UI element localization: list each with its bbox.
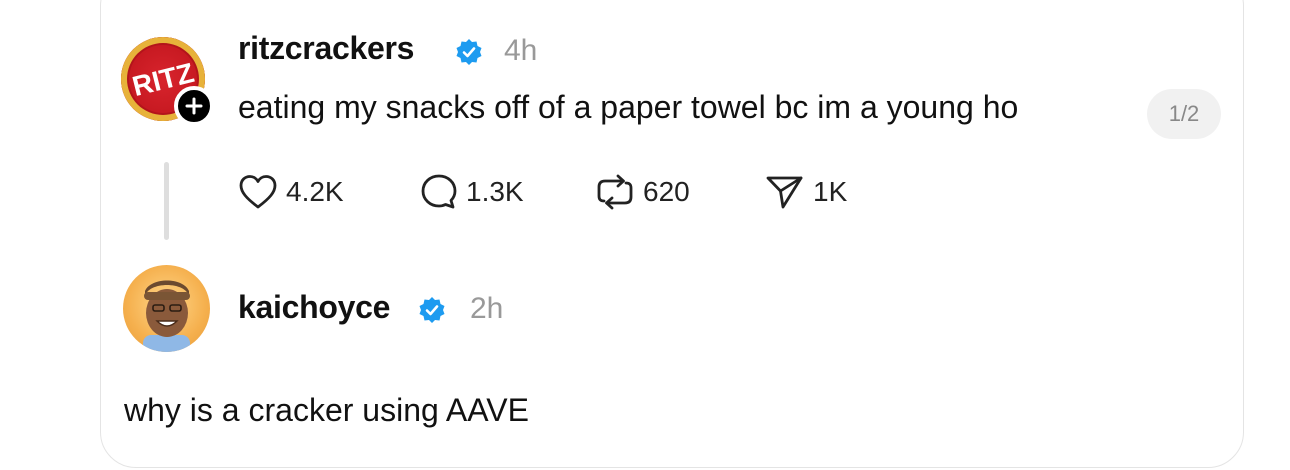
comment-count: 1.3K <box>466 176 524 207</box>
share-button[interactable]: 1K <box>765 172 847 212</box>
like-button[interactable]: 4.2K <box>238 172 344 212</box>
reply-text: why is a cracker using AAVE <box>124 392 529 428</box>
share-count: 1K <box>813 176 848 207</box>
reply-timestamp: 2h <box>470 292 504 325</box>
repost-icon <box>597 174 633 210</box>
share-icon <box>766 176 803 209</box>
repost-button[interactable]: 620 <box>595 172 690 212</box>
post-timestamp: 4h <box>504 34 538 67</box>
follow-button[interactable] <box>174 86 214 126</box>
post-text: eating my snacks off of a paper towel bc… <box>238 89 1019 125</box>
page-indicator: 1/2 <box>1147 89 1221 139</box>
comment-button[interactable]: 1.3K <box>420 172 524 212</box>
heart-icon <box>239 175 277 209</box>
repost-count: 620 <box>643 176 690 207</box>
verified-badge-icon <box>419 297 445 323</box>
kaichoyce-avatar[interactable] <box>123 265 210 352</box>
like-count: 4.2K <box>286 176 344 207</box>
post-username[interactable]: ritzcrackers <box>238 30 414 67</box>
plus-icon <box>185 97 203 115</box>
thread-connector-line <box>164 162 169 240</box>
reply-username[interactable]: kaichoyce <box>238 289 390 326</box>
verified-badge-icon <box>456 39 482 65</box>
comment-icon <box>421 174 457 209</box>
